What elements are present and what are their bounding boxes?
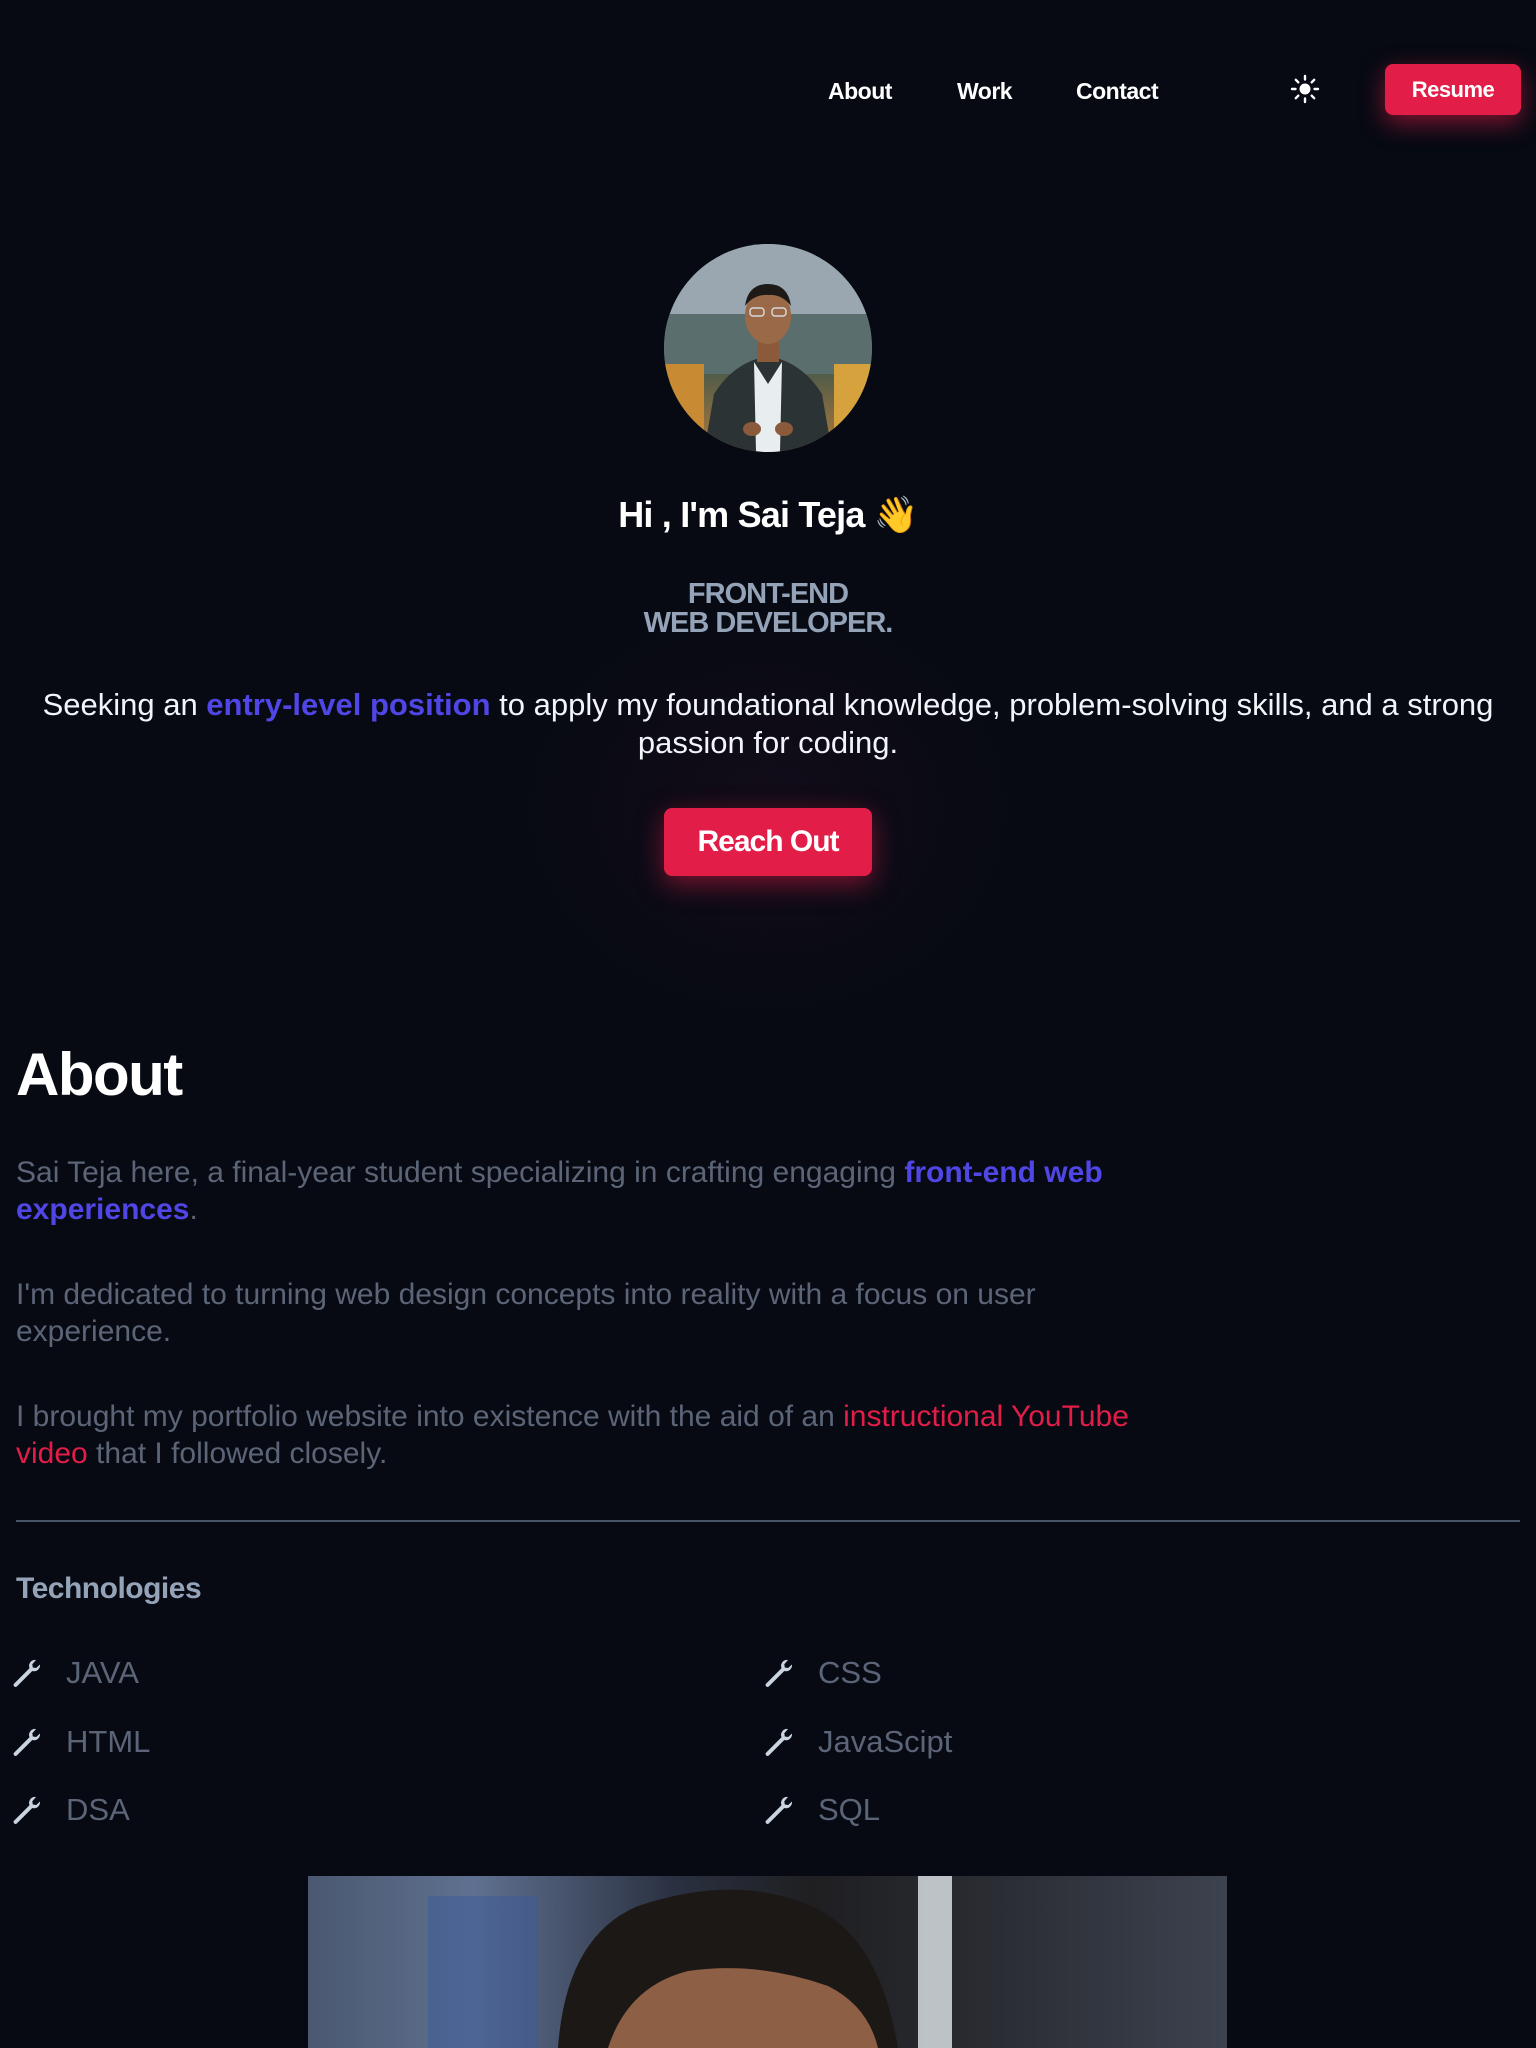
about-p1-before: Sai Teja here, a final-year student spec… <box>16 1156 905 1189</box>
tech-label: JavaScipt <box>818 1724 953 1759</box>
tech-item-html: HTML <box>10 1722 150 1762</box>
hero-greeting: Hi , I'm Sai Teja 👋 <box>618 494 918 535</box>
about-paragraph-2: I'm dedicated to turning web design conc… <box>16 1278 1036 1348</box>
about-paragraph-1: Sai Teja here, a final-year student spec… <box>16 1154 1136 1228</box>
nav-work-link[interactable]: Work <box>957 78 1013 105</box>
hero-desc-before: Seeking an <box>42 687 207 722</box>
wrench-icon <box>13 1728 41 1756</box>
tech-item-java: JAVA <box>10 1653 139 1693</box>
profile-avatar <box>664 244 872 452</box>
technologies-heading: Technologies <box>16 1572 202 1605</box>
wrench-icon <box>765 1728 793 1756</box>
wrench-icon <box>13 1796 41 1824</box>
tech-label: CSS <box>818 1655 882 1690</box>
about-paragraph-3: I brought my portfolio website into exis… <box>16 1398 1136 1472</box>
wrench-icon <box>13 1659 41 1687</box>
tech-label: JAVA <box>66 1655 139 1690</box>
reach-out-button[interactable]: Reach Out <box>664 808 872 876</box>
tech-item-sql: SQL <box>762 1790 880 1830</box>
about-heading: About <box>16 1041 183 1108</box>
top-nav: About Work Contact Resume <box>0 0 1536 180</box>
section-divider <box>16 1520 1520 1522</box>
sun-icon[interactable] <box>1290 74 1320 104</box>
tech-label: DSA <box>66 1792 130 1827</box>
nav-contact-link[interactable]: Contact <box>1076 78 1159 105</box>
hero-description: Seeking an entry-level position to apply… <box>0 686 1536 762</box>
about-p1-after: . <box>189 1193 198 1226</box>
nav-about-link[interactable]: About <box>828 78 892 105</box>
tech-label: HTML <box>66 1724 151 1759</box>
tech-label: SQL <box>818 1792 881 1827</box>
hero-role-line1: FRONT-END <box>687 578 849 610</box>
hero-role: FRONT-END WEB DEVELOPER. <box>0 580 1536 638</box>
tech-item-css: CSS <box>762 1653 882 1693</box>
hero-role-line2: WEB DEVELOPER. <box>643 607 894 639</box>
profile-photo <box>308 1876 1227 2048</box>
wrench-icon <box>765 1659 793 1687</box>
about-p3-before: I brought my portfolio website into exis… <box>16 1400 844 1433</box>
tech-item-dsa: DSA <box>10 1790 130 1830</box>
hero-desc-after: to apply my foundational knowledge, prob… <box>490 687 1494 760</box>
wrench-icon <box>765 1796 793 1824</box>
resume-button[interactable]: Resume <box>1385 64 1521 115</box>
tech-item-javascript: JavaScipt <box>762 1722 952 1762</box>
about-p3-after: that I followed closely. <box>87 1437 388 1470</box>
hero-desc-highlight: entry-level position <box>206 687 491 722</box>
